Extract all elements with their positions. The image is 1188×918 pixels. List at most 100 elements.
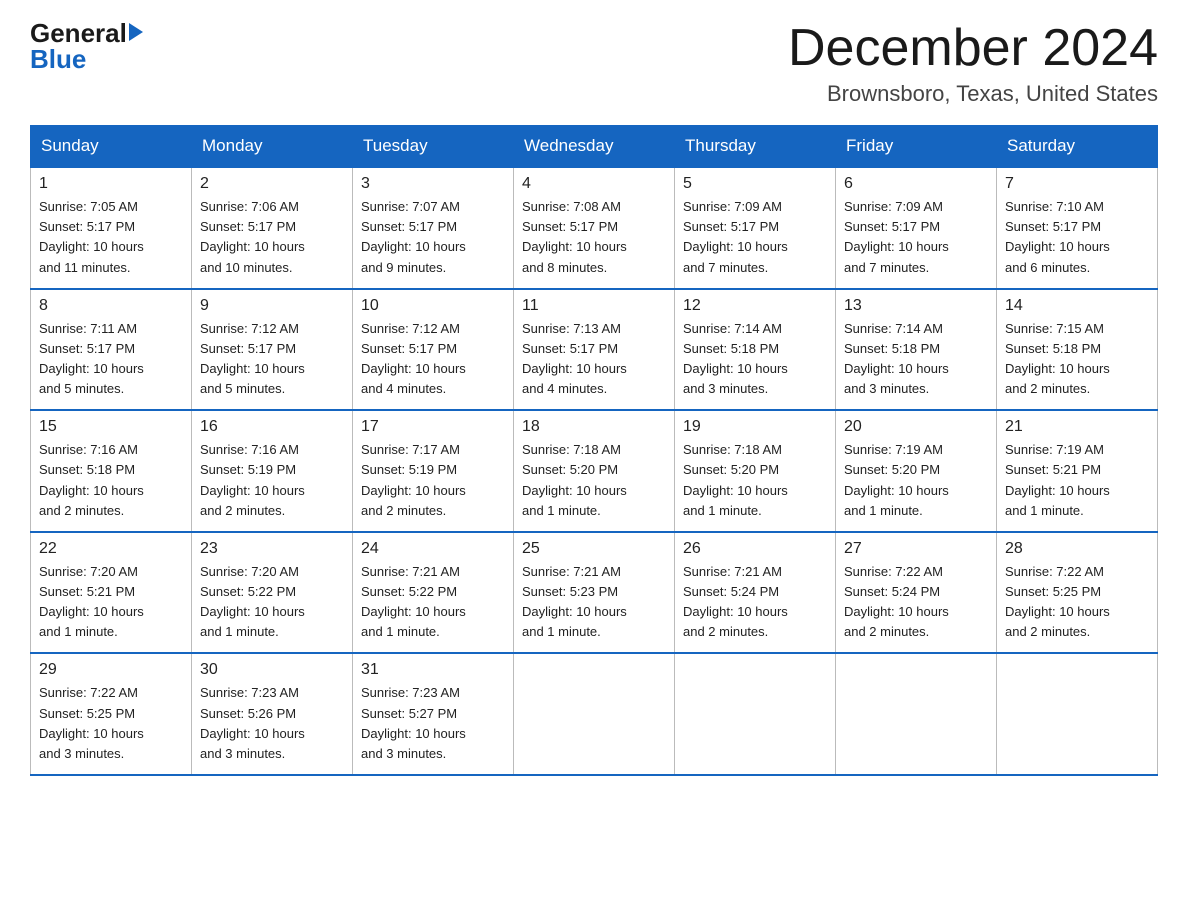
day-info: Sunrise: 7:23 AMSunset: 5:27 PMDaylight:… bbox=[361, 683, 505, 764]
calendar-day-cell: 22 Sunrise: 7:20 AMSunset: 5:21 PMDayligh… bbox=[31, 532, 192, 654]
day-number: 30 bbox=[200, 661, 344, 679]
calendar-day-cell: 1 Sunrise: 7:05 AMSunset: 5:17 PMDaylight… bbox=[31, 167, 192, 289]
calendar-day-cell: 15 Sunrise: 7:16 AMSunset: 5:18 PMDayligh… bbox=[31, 410, 192, 532]
calendar-day-cell bbox=[836, 653, 997, 775]
calendar-day-cell: 16 Sunrise: 7:16 AMSunset: 5:19 PMDayligh… bbox=[192, 410, 353, 532]
calendar-day-cell: 12Sunrise: 7:14 AMSunset: 5:18 PMDayligh… bbox=[675, 289, 836, 411]
day-info: Sunrise: 7:22 AMSunset: 5:25 PMDaylight:… bbox=[39, 683, 183, 764]
calendar-day-cell: 6Sunrise: 7:09 AMSunset: 5:17 PMDaylight… bbox=[836, 167, 997, 289]
calendar-day-cell: 9 Sunrise: 7:12 AMSunset: 5:17 PMDaylight… bbox=[192, 289, 353, 411]
location-title: Brownsboro, Texas, United States bbox=[788, 81, 1158, 107]
calendar-day-cell: 23 Sunrise: 7:20 AMSunset: 5:22 PMDayligh… bbox=[192, 532, 353, 654]
day-number: 21 bbox=[1005, 418, 1149, 436]
calendar-day-cell: 19Sunrise: 7:18 AMSunset: 5:20 PMDayligh… bbox=[675, 410, 836, 532]
calendar-day-cell: 28 Sunrise: 7:22 AMSunset: 5:25 PMDayligh… bbox=[997, 532, 1158, 654]
day-info: Sunrise: 7:13 AMSunset: 5:17 PMDaylight:… bbox=[522, 319, 666, 400]
day-number: 26 bbox=[683, 540, 827, 558]
day-info: Sunrise: 7:16 AMSunset: 5:19 PMDaylight:… bbox=[200, 440, 344, 521]
day-info: Sunrise: 7:20 AMSunset: 5:21 PMDaylight:… bbox=[39, 562, 183, 643]
day-number: 15 bbox=[39, 418, 183, 436]
day-info: Sunrise: 7:10 AMSunset: 5:17 PMDaylight:… bbox=[1005, 197, 1149, 278]
calendar-day-cell: 27Sunrise: 7:22 AMSunset: 5:24 PMDayligh… bbox=[836, 532, 997, 654]
day-header-thursday: Thursday bbox=[675, 126, 836, 168]
calendar-day-cell: 13Sunrise: 7:14 AMSunset: 5:18 PMDayligh… bbox=[836, 289, 997, 411]
calendar-day-cell: 31 Sunrise: 7:23 AMSunset: 5:27 PMDayligh… bbox=[353, 653, 514, 775]
month-title: December 2024 bbox=[788, 20, 1158, 77]
calendar-day-cell: 3 Sunrise: 7:07 AMSunset: 5:17 PMDaylight… bbox=[353, 167, 514, 289]
calendar-day-cell: 5Sunrise: 7:09 AMSunset: 5:17 PMDaylight… bbox=[675, 167, 836, 289]
logo: General Blue bbox=[30, 20, 143, 72]
day-number: 28 bbox=[1005, 540, 1149, 558]
days-header-row: SundayMondayTuesdayWednesdayThursdayFrid… bbox=[31, 126, 1158, 168]
day-number: 29 bbox=[39, 661, 183, 679]
day-number: 20 bbox=[844, 418, 988, 436]
day-info: Sunrise: 7:19 AMSunset: 5:21 PMDaylight:… bbox=[1005, 440, 1149, 521]
day-number: 4 bbox=[522, 175, 666, 193]
day-info: Sunrise: 7:20 AMSunset: 5:22 PMDaylight:… bbox=[200, 562, 344, 643]
day-number: 16 bbox=[200, 418, 344, 436]
day-info: Sunrise: 7:15 AMSunset: 5:18 PMDaylight:… bbox=[1005, 319, 1149, 400]
day-info: Sunrise: 7:18 AMSunset: 5:20 PMDaylight:… bbox=[522, 440, 666, 521]
logo-general-label: General bbox=[30, 20, 127, 46]
calendar-week-row: 8Sunrise: 7:11 AMSunset: 5:17 PMDaylight… bbox=[31, 289, 1158, 411]
day-number: 1 bbox=[39, 175, 183, 193]
logo-arrow-icon bbox=[129, 23, 143, 41]
calendar-day-cell: 14Sunrise: 7:15 AMSunset: 5:18 PMDayligh… bbox=[997, 289, 1158, 411]
day-number: 24 bbox=[361, 540, 505, 558]
day-info: Sunrise: 7:16 AMSunset: 5:18 PMDaylight:… bbox=[39, 440, 183, 521]
day-number: 2 bbox=[200, 175, 344, 193]
day-number: 3 bbox=[361, 175, 505, 193]
day-info: Sunrise: 7:21 AMSunset: 5:22 PMDaylight:… bbox=[361, 562, 505, 643]
day-header-saturday: Saturday bbox=[997, 126, 1158, 168]
calendar-week-row: 29 Sunrise: 7:22 AMSunset: 5:25 PMDayligh… bbox=[31, 653, 1158, 775]
logo-blue-label: Blue bbox=[30, 44, 86, 74]
calendar-day-cell: 7 Sunrise: 7:10 AMSunset: 5:17 PMDaylight… bbox=[997, 167, 1158, 289]
day-info: Sunrise: 7:06 AMSunset: 5:17 PMDaylight:… bbox=[200, 197, 344, 278]
day-info: Sunrise: 7:12 AMSunset: 5:17 PMDaylight:… bbox=[361, 319, 505, 400]
day-number: 11 bbox=[522, 297, 666, 315]
day-number: 18 bbox=[522, 418, 666, 436]
day-info: Sunrise: 7:05 AMSunset: 5:17 PMDaylight:… bbox=[39, 197, 183, 278]
day-number: 19 bbox=[683, 418, 827, 436]
day-info: Sunrise: 7:23 AMSunset: 5:26 PMDaylight:… bbox=[200, 683, 344, 764]
calendar-day-cell: 26Sunrise: 7:21 AMSunset: 5:24 PMDayligh… bbox=[675, 532, 836, 654]
calendar-day-cell bbox=[997, 653, 1158, 775]
page-header: General Blue December 2024 Brownsboro, T… bbox=[30, 20, 1158, 107]
day-number: 10 bbox=[361, 297, 505, 315]
calendar-day-cell: 11 Sunrise: 7:13 AMSunset: 5:17 PMDayligh… bbox=[514, 289, 675, 411]
calendar-day-cell: 21 Sunrise: 7:19 AMSunset: 5:21 PMDayligh… bbox=[997, 410, 1158, 532]
calendar-week-row: 22 Sunrise: 7:20 AMSunset: 5:21 PMDayligh… bbox=[31, 532, 1158, 654]
calendar-day-cell: 24 Sunrise: 7:21 AMSunset: 5:22 PMDayligh… bbox=[353, 532, 514, 654]
day-info: Sunrise: 7:22 AMSunset: 5:25 PMDaylight:… bbox=[1005, 562, 1149, 643]
day-info: Sunrise: 7:11 AMSunset: 5:17 PMDaylight:… bbox=[39, 319, 183, 400]
calendar-day-cell: 29 Sunrise: 7:22 AMSunset: 5:25 PMDayligh… bbox=[31, 653, 192, 775]
calendar-week-row: 1 Sunrise: 7:05 AMSunset: 5:17 PMDaylight… bbox=[31, 167, 1158, 289]
calendar-day-cell: 25Sunrise: 7:21 AMSunset: 5:23 PMDayligh… bbox=[514, 532, 675, 654]
logo-general-text: General bbox=[30, 20, 143, 46]
calendar-table: SundayMondayTuesdayWednesdayThursdayFrid… bbox=[30, 125, 1158, 776]
day-number: 23 bbox=[200, 540, 344, 558]
day-number: 31 bbox=[361, 661, 505, 679]
day-number: 7 bbox=[1005, 175, 1149, 193]
day-info: Sunrise: 7:22 AMSunset: 5:24 PMDaylight:… bbox=[844, 562, 988, 643]
day-info: Sunrise: 7:21 AMSunset: 5:23 PMDaylight:… bbox=[522, 562, 666, 643]
calendar-day-cell: 4Sunrise: 7:08 AMSunset: 5:17 PMDaylight… bbox=[514, 167, 675, 289]
day-info: Sunrise: 7:14 AMSunset: 5:18 PMDaylight:… bbox=[844, 319, 988, 400]
logo-blue-text: Blue bbox=[30, 46, 86, 72]
day-header-wednesday: Wednesday bbox=[514, 126, 675, 168]
day-header-sunday: Sunday bbox=[31, 126, 192, 168]
day-header-friday: Friday bbox=[836, 126, 997, 168]
calendar-day-cell bbox=[514, 653, 675, 775]
day-info: Sunrise: 7:12 AMSunset: 5:17 PMDaylight:… bbox=[200, 319, 344, 400]
calendar-day-cell: 2 Sunrise: 7:06 AMSunset: 5:17 PMDaylight… bbox=[192, 167, 353, 289]
day-header-tuesday: Tuesday bbox=[353, 126, 514, 168]
day-info: Sunrise: 7:07 AMSunset: 5:17 PMDaylight:… bbox=[361, 197, 505, 278]
calendar-day-cell: 10 Sunrise: 7:12 AMSunset: 5:17 PMDayligh… bbox=[353, 289, 514, 411]
day-number: 22 bbox=[39, 540, 183, 558]
day-info: Sunrise: 7:09 AMSunset: 5:17 PMDaylight:… bbox=[844, 197, 988, 278]
day-number: 12 bbox=[683, 297, 827, 315]
calendar-day-cell bbox=[675, 653, 836, 775]
day-number: 9 bbox=[200, 297, 344, 315]
calendar-day-cell: 20Sunrise: 7:19 AMSunset: 5:20 PMDayligh… bbox=[836, 410, 997, 532]
calendar-day-cell: 30 Sunrise: 7:23 AMSunset: 5:26 PMDayligh… bbox=[192, 653, 353, 775]
